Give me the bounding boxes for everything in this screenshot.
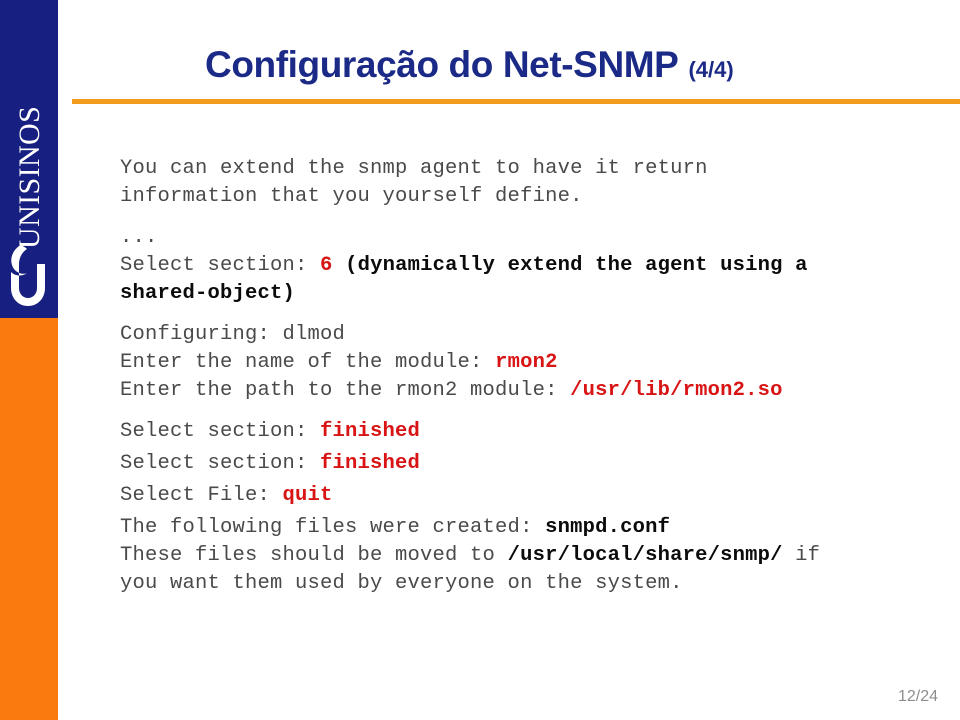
terminal-user-input: /usr/lib/rmon2.so bbox=[570, 379, 783, 402]
terminal-text: if bbox=[782, 544, 821, 567]
terminal-text: You can extend the snmp agent to have it… bbox=[120, 157, 708, 180]
terminal-block: Select section: finished bbox=[120, 450, 950, 478]
terminal-line: Enter the path to the rmon2 module: /usr… bbox=[120, 377, 950, 405]
terminal-block: Select File: quit bbox=[120, 482, 950, 510]
terminal-text: you want them used by everyone on the sy… bbox=[120, 572, 683, 595]
terminal-user-input: finished bbox=[320, 452, 421, 475]
terminal-emphasis: shared-object) bbox=[120, 282, 296, 305]
terminal-text: Enter the path to the rmon2 module: bbox=[120, 379, 571, 402]
terminal-block: You can extend the snmp agent to have it… bbox=[120, 155, 950, 211]
terminal-text: Select section: bbox=[120, 254, 321, 277]
page-title-counter: (4/4) bbox=[688, 57, 734, 82]
terminal-transcript: You can extend the snmp agent to have it… bbox=[120, 155, 950, 598]
terminal-block: Select section: finished bbox=[120, 418, 950, 446]
sidebar-orange-band bbox=[0, 318, 58, 720]
terminal-text: Select File: bbox=[120, 484, 283, 507]
terminal-emphasis: /usr/local/share/snmp/ bbox=[507, 544, 783, 567]
terminal-line: The following files were created: snmpd.… bbox=[120, 514, 950, 542]
terminal-line: Enter the name of the module: rmon2 bbox=[120, 349, 950, 377]
terminal-line: information that you yourself define. bbox=[120, 183, 950, 211]
terminal-user-input: rmon2 bbox=[495, 351, 558, 374]
terminal-block-spacer bbox=[120, 405, 950, 418]
terminal-text: ... bbox=[120, 226, 158, 249]
terminal-line: Select section: 6 (dynamically extend th… bbox=[120, 252, 950, 280]
terminal-emphasis: snmpd.conf bbox=[545, 516, 671, 539]
terminal-text: These files should be moved to bbox=[120, 544, 508, 567]
terminal-line: You can extend the snmp agent to have it… bbox=[120, 155, 950, 183]
brand-logo: UNISINOS bbox=[0, 38, 58, 308]
title-underline-rule bbox=[72, 99, 960, 104]
page-title: Configuração do Net-SNMP (4/4) bbox=[205, 44, 905, 96]
terminal-line: Select section: finished bbox=[120, 418, 950, 446]
terminal-text: information that you yourself define. bbox=[120, 185, 583, 208]
terminal-line: ... bbox=[120, 224, 950, 252]
terminal-block: The following files were created: snmpd.… bbox=[120, 514, 950, 598]
terminal-block: Configuring: dlmod Enter the name of the … bbox=[120, 321, 950, 405]
terminal-user-input: finished bbox=[320, 420, 421, 443]
unisinos-swoosh-icon bbox=[7, 244, 51, 308]
page-title-main: Configuração do Net-SNMP bbox=[205, 44, 679, 85]
terminal-user-input: quit bbox=[282, 484, 333, 507]
terminal-emphasis: (dynamically extend the agent using a bbox=[345, 254, 808, 277]
terminal-text: The following files were created: bbox=[120, 516, 546, 539]
terminal-line: shared-object) bbox=[120, 280, 950, 308]
terminal-text: Configuring: dlmod bbox=[120, 323, 346, 346]
terminal-line: you want them used by everyone on the sy… bbox=[120, 570, 950, 598]
brand-sidebar: UNISINOS bbox=[0, 0, 58, 720]
terminal-block-spacer bbox=[120, 308, 950, 321]
slide-canvas: UNISINOS Configuração do Net-SNMP (4/4) … bbox=[0, 0, 960, 720]
terminal-line: Select File: quit bbox=[120, 482, 950, 510]
terminal-block: ... Select section: 6 (dynamically extend… bbox=[120, 224, 950, 308]
terminal-block-spacer bbox=[120, 211, 950, 224]
terminal-text: Select section: bbox=[120, 420, 321, 443]
terminal-user-input: 6 bbox=[320, 254, 333, 277]
terminal-line: These files should be moved to /usr/loca… bbox=[120, 542, 950, 570]
page-number: 12/24 bbox=[897, 688, 938, 705]
terminal-line: Select section: finished bbox=[120, 450, 950, 478]
terminal-line: Configuring: dlmod bbox=[120, 321, 950, 349]
terminal-text: Enter the name of the module: bbox=[120, 351, 496, 374]
terminal-text: Select section: bbox=[120, 452, 321, 475]
